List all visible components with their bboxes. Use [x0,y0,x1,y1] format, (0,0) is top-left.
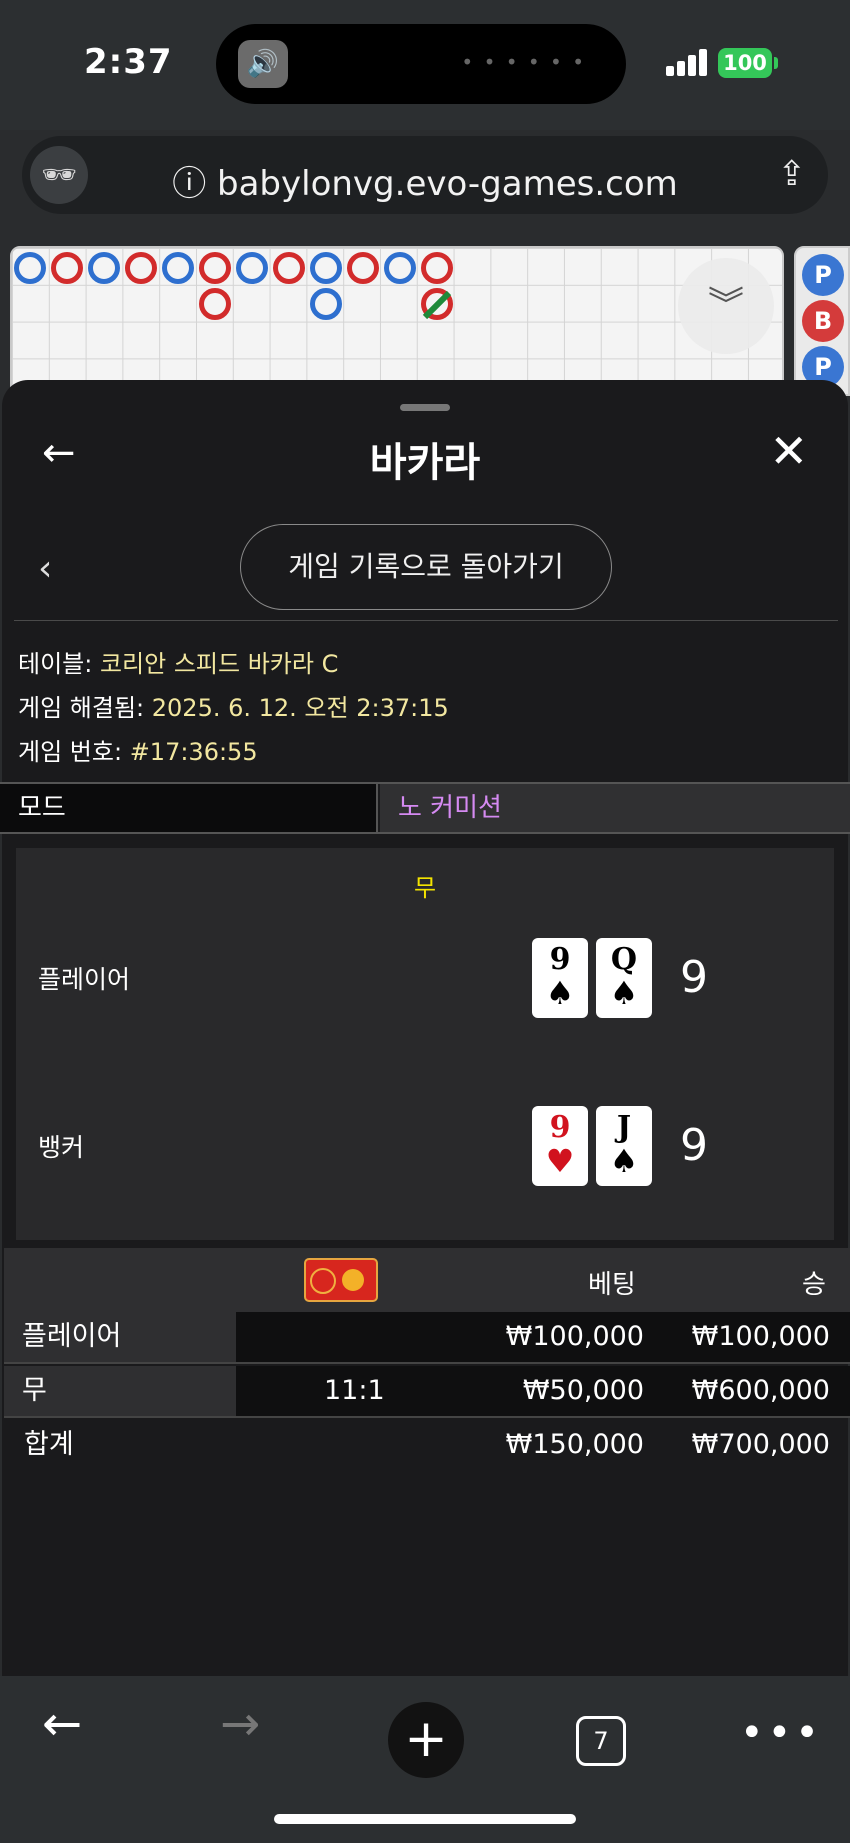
divider [14,620,838,621]
result-panel: 무 플레이어 9 ♠ Q ♠ 9 뱅커 9 ♥ J ♠ 9 [16,848,834,1240]
sheet-title: 바카라 [369,440,481,486]
bet-amount: ₩100,000 [505,1321,644,1352]
spade-icon: ♠ [545,974,575,1012]
url-text[interactable]: ⓘ babylonvg.evo-games.com [22,156,828,205]
win-amount: ₩100,000 [691,1321,830,1352]
banker-bead [421,252,453,284]
resolved-info: 게임 해결됨: 2025. 6. 12. 오전 2:37:15 [18,688,449,723]
player-bead [310,252,342,284]
card-rank: J [616,1110,632,1145]
spade-icon: ♠ [609,1142,639,1180]
more-icon[interactable]: ••• [740,1710,823,1756]
player-score: 9 [680,952,708,1003]
status-time: 2:37 [84,42,173,82]
outcome-label: 무 [413,874,437,902]
banker-pill[interactable]: B [802,300,844,342]
player-bead [88,252,120,284]
spade-icon: ♠ [609,974,639,1012]
payout-ratio: 11:1 [324,1375,385,1406]
mode-row: 모드 노 커미션 [0,782,850,834]
speaker-icon: 🔊 [238,40,288,88]
bet-name: 무 [4,1366,236,1416]
bet-column-header: 베팅 [588,1270,636,1300]
banker-score: 9 [680,1120,708,1171]
total-label: 합계 [24,1429,74,1460]
browser-toolbar: ← → + 7 ••• [0,1676,850,1843]
home-indicator[interactable] [274,1814,576,1824]
banker-bead [273,252,305,284]
card-rank: Q [610,942,638,977]
table-label: 테이블: [18,650,93,678]
card-rank: 9 [549,1110,571,1145]
table-row: 무 11:1 ₩50,000 ₩600,000 [4,1366,850,1418]
total-win: ₩700,000 [691,1429,830,1460]
chevron-double-down-icon[interactable]: ︾ [678,258,774,354]
resolved-label: 게임 해결됨: [18,694,145,722]
win-column-header: 승 [802,1270,826,1300]
dynamic-island: 🔊 • • • • • • [216,24,626,104]
mode-label: 모드 [0,784,378,832]
sheet-grabber[interactable] [400,404,450,411]
tabs-button[interactable]: 7 [576,1716,626,1766]
lucky-chip-icon [304,1258,378,1302]
banker-card-1: 9 ♥ [532,1106,588,1186]
close-icon[interactable]: ✕ [769,424,808,478]
player-card-1: 9 ♠ [532,938,588,1018]
table-row: 플레이어 ₩100,000 ₩100,000 [4,1312,850,1364]
banker-bead [199,288,231,320]
player-label: 플레이어 [38,965,131,994]
bet-table-header: 베팅 승 [4,1248,850,1312]
heart-icon: ♥ [545,1142,575,1180]
new-tab-icon[interactable]: + [388,1702,464,1778]
battery-tip [774,57,778,69]
battery-icon: 100 [718,48,772,78]
back-to-history-button[interactable]: 게임 기록으로 돌아가기 [240,524,612,610]
table-info: 테이블: 코리안 스피드 바카라 C [18,644,338,679]
banker-bead [125,252,157,284]
game-detail-sheet: ← 바카라 ✕ ‹ 게임 기록으로 돌아가기 테이블: 코리안 스피드 바카라 … [0,380,850,1676]
player-card-2: Q ♠ [596,938,652,1018]
bet-amount: ₩50,000 [522,1375,644,1406]
win-amount: ₩600,000 [691,1375,830,1406]
status-bar: 2:37 🔊 • • • • • • 100 [0,0,850,130]
forward-icon[interactable]: → [220,1696,260,1752]
game-number-label: 게임 번호: [18,738,123,766]
total-row: 합계 ₩150,000 ₩700,000 [4,1420,850,1472]
back-icon[interactable]: ← [42,1696,82,1752]
banker-label: 뱅커 [38,1133,85,1162]
player-bead [162,252,194,284]
game-number-value: #17:36:55 [129,738,258,766]
bet-name: 플레이어 [4,1312,236,1362]
banker-bead [347,252,379,284]
banker-card-2: J ♠ [596,1106,652,1186]
signal-icon [666,48,710,76]
player-bead [310,288,342,320]
player-bead [384,252,416,284]
bead-roadmap [10,246,784,396]
player-pill[interactable]: P [802,254,844,296]
banker-bead [199,252,231,284]
total-bet: ₩150,000 [505,1429,644,1460]
url-value: babylonvg.evo-games.com [217,164,678,204]
address-bar[interactable]: 🕶 ⓘ babylonvg.evo-games.com ⇪ [22,136,828,214]
banker-bead [51,252,83,284]
player-bead [14,252,46,284]
chevron-left-icon[interactable]: ‹ [38,548,52,589]
resolved-value: 2025. 6. 12. 오전 2:37:15 [151,694,449,722]
share-icon[interactable]: ⇪ [778,154,807,194]
card-rank: 9 [549,942,571,977]
game-number-info: 게임 번호: #17:36:55 [18,732,258,767]
predict-panel: P B P [794,246,850,396]
player-bead [236,252,268,284]
table-value: 코리안 스피드 바카라 C [99,650,339,678]
waveform-icon: • • • • • • [461,50,586,74]
mode-value: 노 커미션 [380,784,850,832]
